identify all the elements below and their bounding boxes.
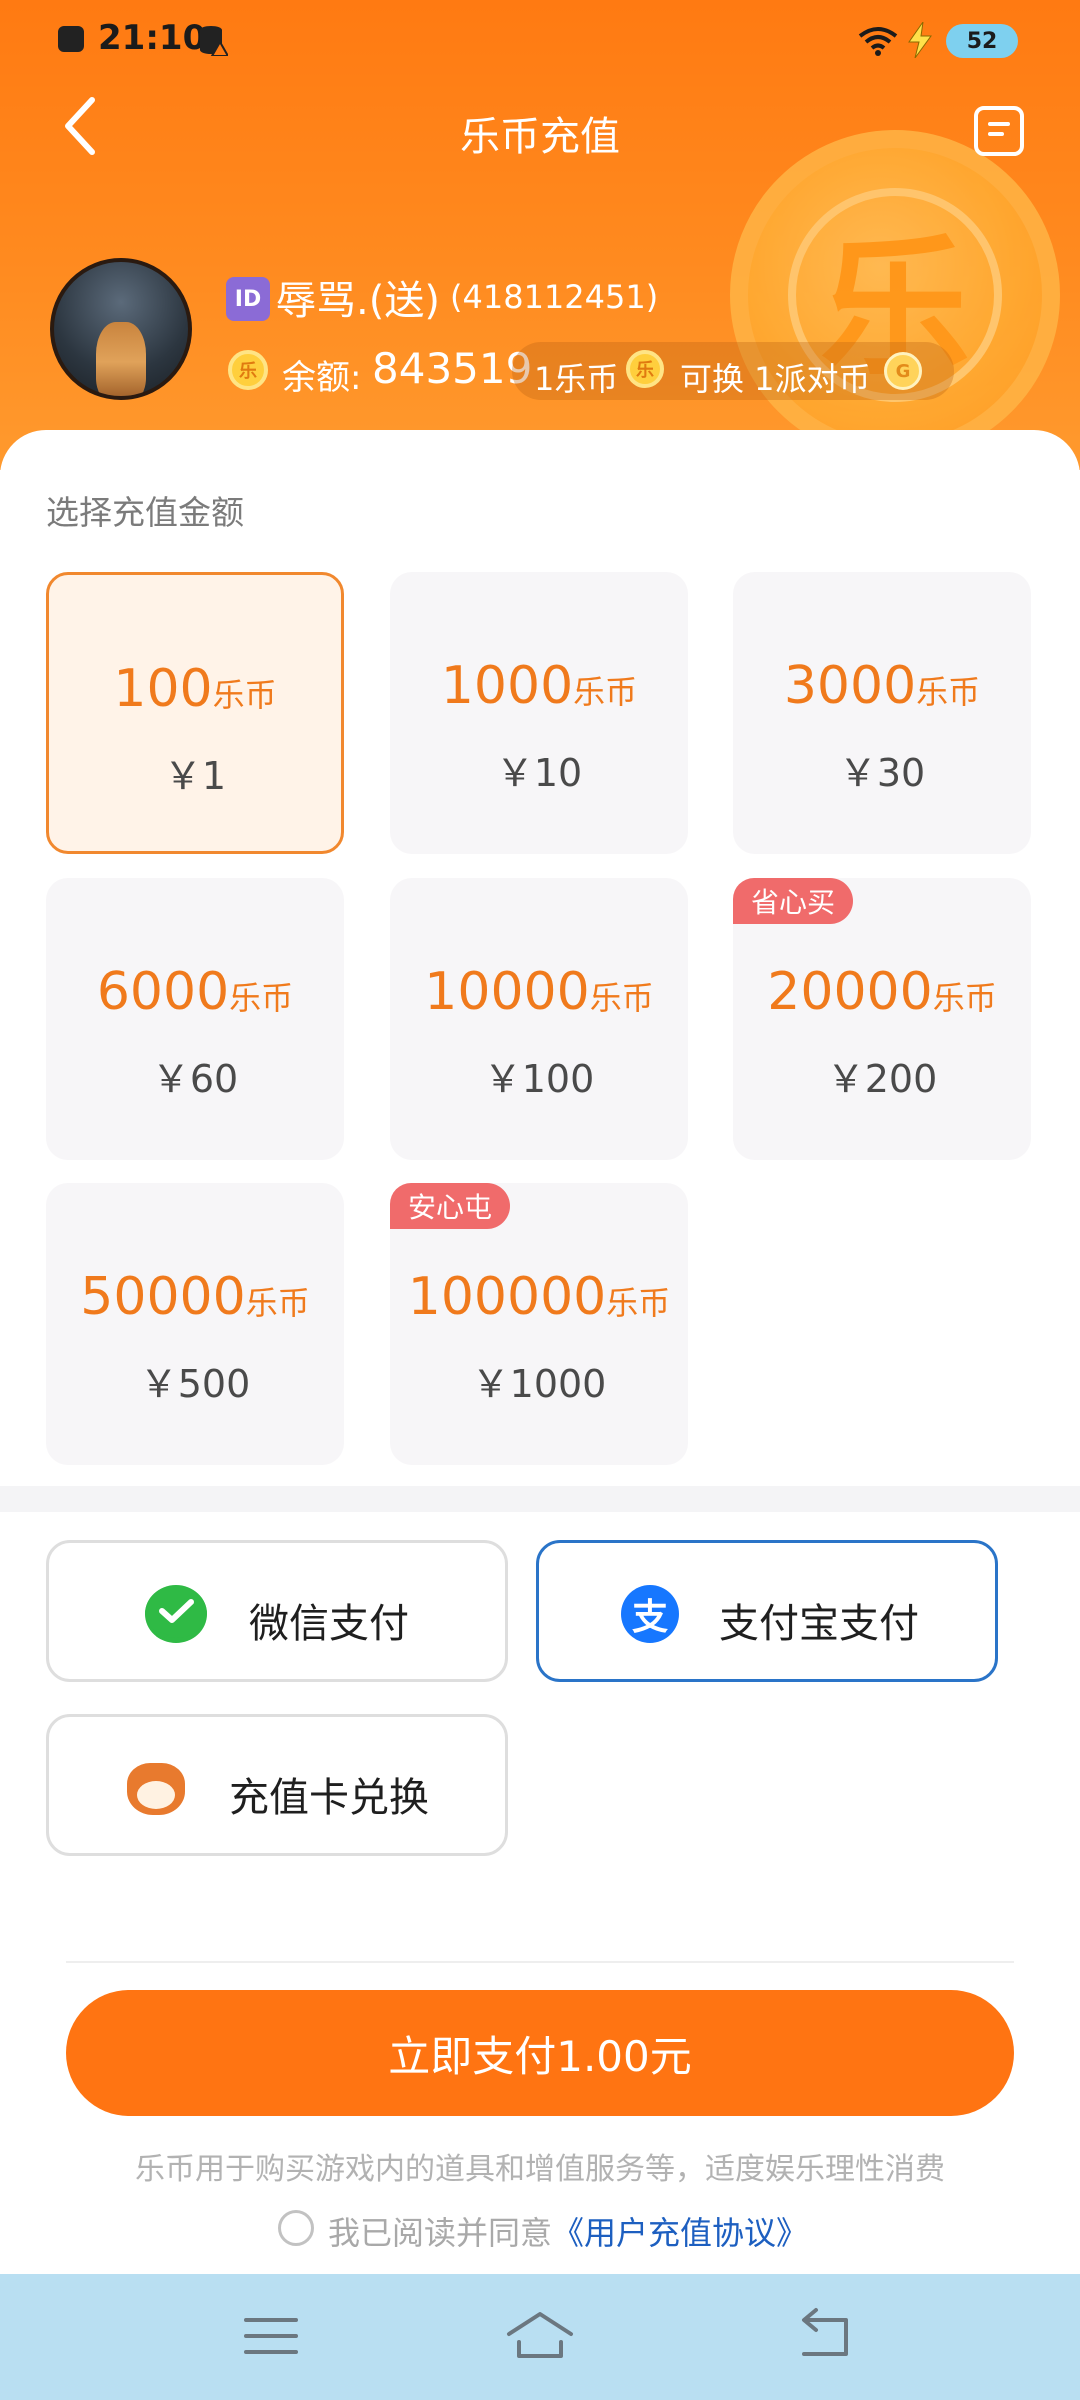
mascot-face	[137, 1781, 175, 1809]
promo-tag: 安心屯	[390, 1183, 511, 1229]
le-coin-icon: 乐	[626, 350, 664, 388]
amount-option-card[interactable]: 10000乐币 ￥100	[390, 878, 688, 1160]
page-title: 乐币充值	[460, 114, 620, 160]
divider	[66, 1961, 1014, 1963]
status-time: 21:10	[98, 18, 207, 58]
coin-amount-value: 3000	[783, 656, 917, 716]
coin-amount: 20000乐币	[733, 962, 1031, 1022]
balance-label: 余额:	[282, 358, 362, 398]
coin-amount: 6000乐币	[46, 962, 344, 1022]
section-label: 选择充值金额	[46, 493, 244, 532]
amount-option-card[interactable]: 1000乐币 ￥10	[390, 572, 688, 854]
coin-amount-unit: 乐币	[606, 1284, 671, 1322]
menu-line-icon	[988, 132, 1004, 136]
amount-option-card[interactable]: 安心屯 100000乐币 ￥1000	[390, 1183, 688, 1465]
notification-icon	[58, 26, 84, 52]
alipay-label: 支付宝支付	[719, 1601, 919, 1647]
menu-line-icon	[988, 122, 1010, 126]
alipay-option[interactable]: 支 支付宝支付	[536, 1540, 998, 1682]
coin-amount-unit: 乐币	[229, 979, 294, 1017]
pay-now-button[interactable]: 立即支付1.00元	[66, 1990, 1014, 2116]
coin-amount: 100000乐币	[390, 1267, 688, 1327]
tiger-mascot-icon	[127, 1763, 185, 1815]
price-label: ￥500	[139, 1362, 251, 1406]
coin-amount: 1000乐币	[390, 656, 688, 716]
system-nav-bar	[0, 2274, 1080, 2400]
coin-amount-value: 100	[113, 659, 213, 719]
large-coin-decoration: 乐	[730, 130, 1060, 460]
le-coin-icon: 乐	[228, 350, 268, 390]
party-coin-icon: G	[884, 352, 922, 390]
card-exchange-option[interactable]: 充值卡兑换	[46, 1714, 508, 1856]
coin-amount-unit: 乐币	[245, 1284, 310, 1322]
coin-amount-unit: 乐币	[932, 979, 997, 1017]
alipay-icon: 支	[621, 1585, 679, 1643]
username: 辱骂.(送)	[276, 278, 440, 324]
promo-tag: 省心买	[733, 878, 854, 924]
price-label: ￥100	[483, 1057, 595, 1101]
charging-icon	[908, 22, 932, 58]
amount-option-card[interactable]: 省心买 20000乐币 ￥200	[733, 878, 1031, 1160]
coin-amount-value: 100000	[407, 1267, 607, 1327]
coin-amount-value: 1000	[440, 656, 574, 716]
coin-amount-unit: 乐币	[212, 676, 277, 714]
price-label: ￥1000	[471, 1362, 607, 1406]
database-warning-icon	[200, 26, 228, 56]
header-banner: 乐 21:10 52 乐币充值 ID 辱骂.(送) (418112451) 乐 …	[0, 0, 1080, 470]
user-id: (418112451)	[450, 278, 659, 316]
agreement-text: 我已阅读并同意	[328, 2214, 553, 2252]
price-label: ￥30	[838, 751, 926, 795]
records-menu-button[interactable]	[974, 106, 1024, 156]
coin-amount-unit: 乐币	[916, 673, 981, 711]
agreement-checkbox[interactable]	[278, 2210, 314, 2246]
section-divider	[0, 1486, 1080, 1512]
price-label: ￥60	[151, 1057, 239, 1101]
coin-amount-value: 6000	[96, 962, 230, 1022]
coin-amount: 50000乐币	[46, 1267, 344, 1327]
wifi-icon	[858, 27, 898, 56]
price-label: ￥10	[495, 751, 583, 795]
balance-value: 843519	[372, 344, 533, 393]
consumption-notice: 乐币用于购买游戏内的道具和增值服务等，适度娱乐理性消费	[135, 2152, 945, 2187]
wechat-pay-icon	[145, 1585, 207, 1643]
coin-amount-value: 20000	[767, 962, 933, 1022]
coin-amount-value: 50000	[80, 1267, 246, 1327]
coin-amount-unit: 乐币	[589, 979, 654, 1017]
recharge-screen: 乐 21:10 52 乐币充值 ID 辱骂.(送) (418112451) 乐 …	[0, 0, 1080, 2400]
exchange-rate-from: 1乐币	[534, 360, 619, 398]
amount-option-card[interactable]: 6000乐币 ￥60	[46, 878, 344, 1160]
wechat-pay-label: 微信支付	[249, 1601, 409, 1647]
hamburger-icon[interactable]	[236, 2306, 306, 2366]
coin-amount: 3000乐币	[733, 656, 1031, 716]
coin-amount-unit: 乐币	[573, 673, 638, 711]
battery-indicator: 52	[946, 24, 1018, 58]
id-badge-icon: ID	[226, 277, 270, 321]
exchange-rate-to: 可换 1派对币	[680, 360, 871, 398]
amount-option-card[interactable]: 100乐币 ￥1	[46, 572, 344, 854]
coin-amount: 100乐币	[49, 659, 341, 719]
wechat-pay-option[interactable]: 微信支付	[46, 1540, 508, 1682]
avatar[interactable]	[50, 258, 192, 400]
tiger-image	[96, 322, 146, 396]
coin-amount-value: 10000	[424, 962, 590, 1022]
coin-amount: 10000乐币	[390, 962, 688, 1022]
amount-option-card[interactable]: 3000乐币 ￥30	[733, 572, 1031, 854]
price-label: ￥1	[163, 754, 227, 798]
home-icon[interactable]	[505, 2306, 575, 2366]
return-icon[interactable]	[790, 2306, 860, 2366]
agreement-link[interactable]: 《用户充值协议》	[552, 2208, 808, 2254]
card-exchange-label: 充值卡兑换	[229, 1775, 429, 1821]
status-bar: 21:10 52	[0, 0, 1080, 80]
price-label: ￥200	[826, 1057, 938, 1101]
amount-option-card[interactable]: 50000乐币 ￥500	[46, 1183, 344, 1465]
